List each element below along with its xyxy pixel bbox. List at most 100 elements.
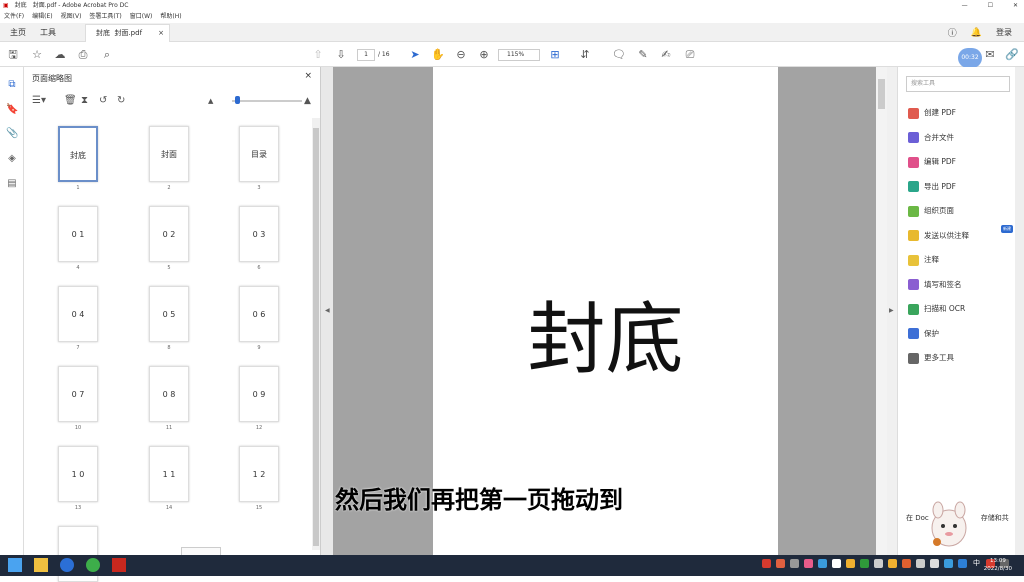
page-thumbnail[interactable]: 0 6: [239, 286, 279, 342]
tray-icon[interactable]: [958, 559, 967, 568]
file-explorer-icon[interactable]: [34, 558, 48, 572]
hand-icon[interactable]: ✋: [431, 48, 445, 62]
tab-home[interactable]: 主页: [10, 27, 26, 38]
tray-icon[interactable]: [944, 559, 953, 568]
tray-icon[interactable]: [888, 559, 897, 568]
zoom-in-icon[interactable]: ⊕: [477, 48, 491, 62]
tray-icon[interactable]: [930, 559, 939, 568]
thumbnail-size-slider-handle[interactable]: [235, 96, 240, 104]
tool-item[interactable]: 组织页面: [908, 204, 1013, 218]
tool-item[interactable]: 保护: [908, 327, 1013, 341]
tool-item[interactable]: 填写和签名: [908, 278, 1013, 292]
tool-item[interactable]: 合并文件: [908, 131, 1013, 145]
page-thumbnail[interactable]: 0 3: [239, 206, 279, 262]
tool-item[interactable]: 注释: [908, 253, 1013, 267]
page-thumbnail[interactable]: 目录: [239, 126, 279, 182]
share-link-icon[interactable]: 🔗: [1005, 48, 1019, 62]
document-icon[interactable]: ▤: [6, 178, 18, 190]
menu-window[interactable]: 窗口(W): [130, 11, 153, 23]
page-thumbnail[interactable]: 0 4: [58, 286, 98, 342]
tray-icon[interactable]: [818, 559, 827, 568]
tray-icon[interactable]: [776, 559, 785, 568]
tab-close-icon[interactable]: ×: [158, 25, 164, 41]
expand-right-icon[interactable]: ▶: [889, 307, 894, 314]
tool-item[interactable]: 发送以供注释: [908, 229, 1013, 243]
print-icon[interactable]: ⎙: [76, 48, 90, 62]
star-icon[interactable]: ☆: [30, 48, 44, 62]
menu-view[interactable]: 视图(V): [61, 11, 82, 23]
stamp-icon[interactable]: ⎚: [683, 48, 697, 62]
page-thumbnail[interactable]: 0 9: [239, 366, 279, 422]
tray-icon[interactable]: [902, 559, 911, 568]
attachment-icon[interactable]: 📎: [6, 128, 18, 140]
page-thumbnail[interactable]: 1 1: [149, 446, 189, 502]
panel-collapse-gutter[interactable]: ◀: [321, 67, 333, 555]
app-icon-green[interactable]: [86, 558, 100, 572]
page-up-icon[interactable]: ⇧: [311, 48, 325, 62]
menu-help[interactable]: 帮助(H): [160, 11, 181, 23]
rotate-right-icon[interactable]: ↻: [117, 94, 125, 108]
bell-icon[interactable]: 🔔: [971, 28, 982, 38]
mail-icon[interactable]: ✉: [983, 48, 997, 62]
right-panel-gutter[interactable]: ▶: [887, 67, 897, 555]
page-thumbnails-icon[interactable]: ⧉: [6, 79, 18, 91]
comment-icon[interactable]: 🗨: [612, 48, 626, 62]
page-thumbnail[interactable]: 1 2: [239, 446, 279, 502]
menu-edit[interactable]: 编辑(E): [32, 11, 52, 23]
tray-icon[interactable]: [860, 559, 869, 568]
page-thumbnail[interactable]: 1 0: [58, 446, 98, 502]
tool-item[interactable]: 导出 PDF: [908, 180, 1013, 194]
save-icon[interactable]: 🖫: [6, 48, 20, 62]
options-menu-icon[interactable]: ☰▾: [32, 94, 46, 108]
tray-icon[interactable]: [846, 559, 855, 568]
page-thumbnail[interactable]: 0 7: [58, 366, 98, 422]
acrobat-taskbar-icon[interactable]: [112, 558, 126, 572]
tab-document[interactable]: 封底 封面.pdf ×: [85, 24, 170, 42]
viewer-scrollbar-thumb[interactable]: [878, 79, 885, 109]
page-thumbnail[interactable]: 0 1: [58, 206, 98, 262]
start-icon[interactable]: [8, 558, 22, 572]
layers-icon[interactable]: ◈: [6, 153, 18, 165]
select-cursor-icon[interactable]: ➤: [408, 48, 422, 62]
pen-icon[interactable]: ✎: [636, 48, 650, 62]
page-thumbnail[interactable]: 封面: [149, 126, 189, 182]
viewer-scrollbar[interactable]: [876, 67, 887, 555]
zoom-search-icon[interactable]: ⌕: [100, 48, 114, 62]
thumbnail-scrollbar-thumb[interactable]: [313, 128, 319, 546]
page-number-input[interactable]: 1: [357, 49, 375, 61]
close-window-button[interactable]: ✕: [1013, 0, 1018, 11]
page-down-icon[interactable]: ⇩: [334, 48, 348, 62]
tab-tools[interactable]: 工具: [40, 27, 56, 38]
collapse-left-icon[interactable]: ◀: [325, 307, 330, 314]
tool-item[interactable]: 更多工具: [908, 351, 1013, 365]
menu-file[interactable]: 文件(F): [4, 11, 24, 23]
rotate-left-icon[interactable]: ↺: [99, 94, 107, 108]
cloud-upload-icon[interactable]: ☁: [53, 48, 67, 62]
tray-icon[interactable]: [762, 559, 771, 568]
fit-page-icon[interactable]: ⊞: [548, 48, 562, 62]
bookmark-icon[interactable]: 🔖: [6, 104, 18, 116]
help-icon[interactable]: ⓘ: [948, 26, 957, 39]
tool-item[interactable]: 创建 PDF: [908, 106, 1013, 120]
page-thumbnail[interactable]: 0 2: [149, 206, 189, 262]
extract-icon[interactable]: ⧗: [81, 94, 88, 108]
tray-icon[interactable]: [804, 559, 813, 568]
app-icon-blue[interactable]: [60, 558, 74, 572]
scroll-mode-icon[interactable]: ⇵: [578, 48, 592, 62]
login-button[interactable]: 登录: [996, 27, 1012, 38]
page-thumbnail[interactable]: 0 5: [149, 286, 189, 342]
sign-icon[interactable]: ✍: [659, 48, 673, 62]
thumbnail-panel-close-icon[interactable]: ×: [304, 71, 312, 81]
thumbnail-size-slider[interactable]: [232, 100, 302, 102]
tray-icon[interactable]: [790, 559, 799, 568]
zoom-select[interactable]: 115%: [498, 49, 540, 61]
trash-icon[interactable]: 🗑: [64, 94, 77, 108]
taskbar-clock[interactable]: 13:09 2022/8/30: [984, 557, 1012, 573]
page-thumbnail[interactable]: 封底: [58, 126, 98, 182]
tray-icon[interactable]: [874, 559, 883, 568]
tool-item[interactable]: 扫描和 OCR: [908, 302, 1013, 316]
tray-icon[interactable]: [916, 559, 925, 568]
zoom-out-icon[interactable]: ⊖: [454, 48, 468, 62]
maximize-button[interactable]: ☐: [988, 0, 993, 11]
page-thumbnail[interactable]: 0 8: [149, 366, 189, 422]
